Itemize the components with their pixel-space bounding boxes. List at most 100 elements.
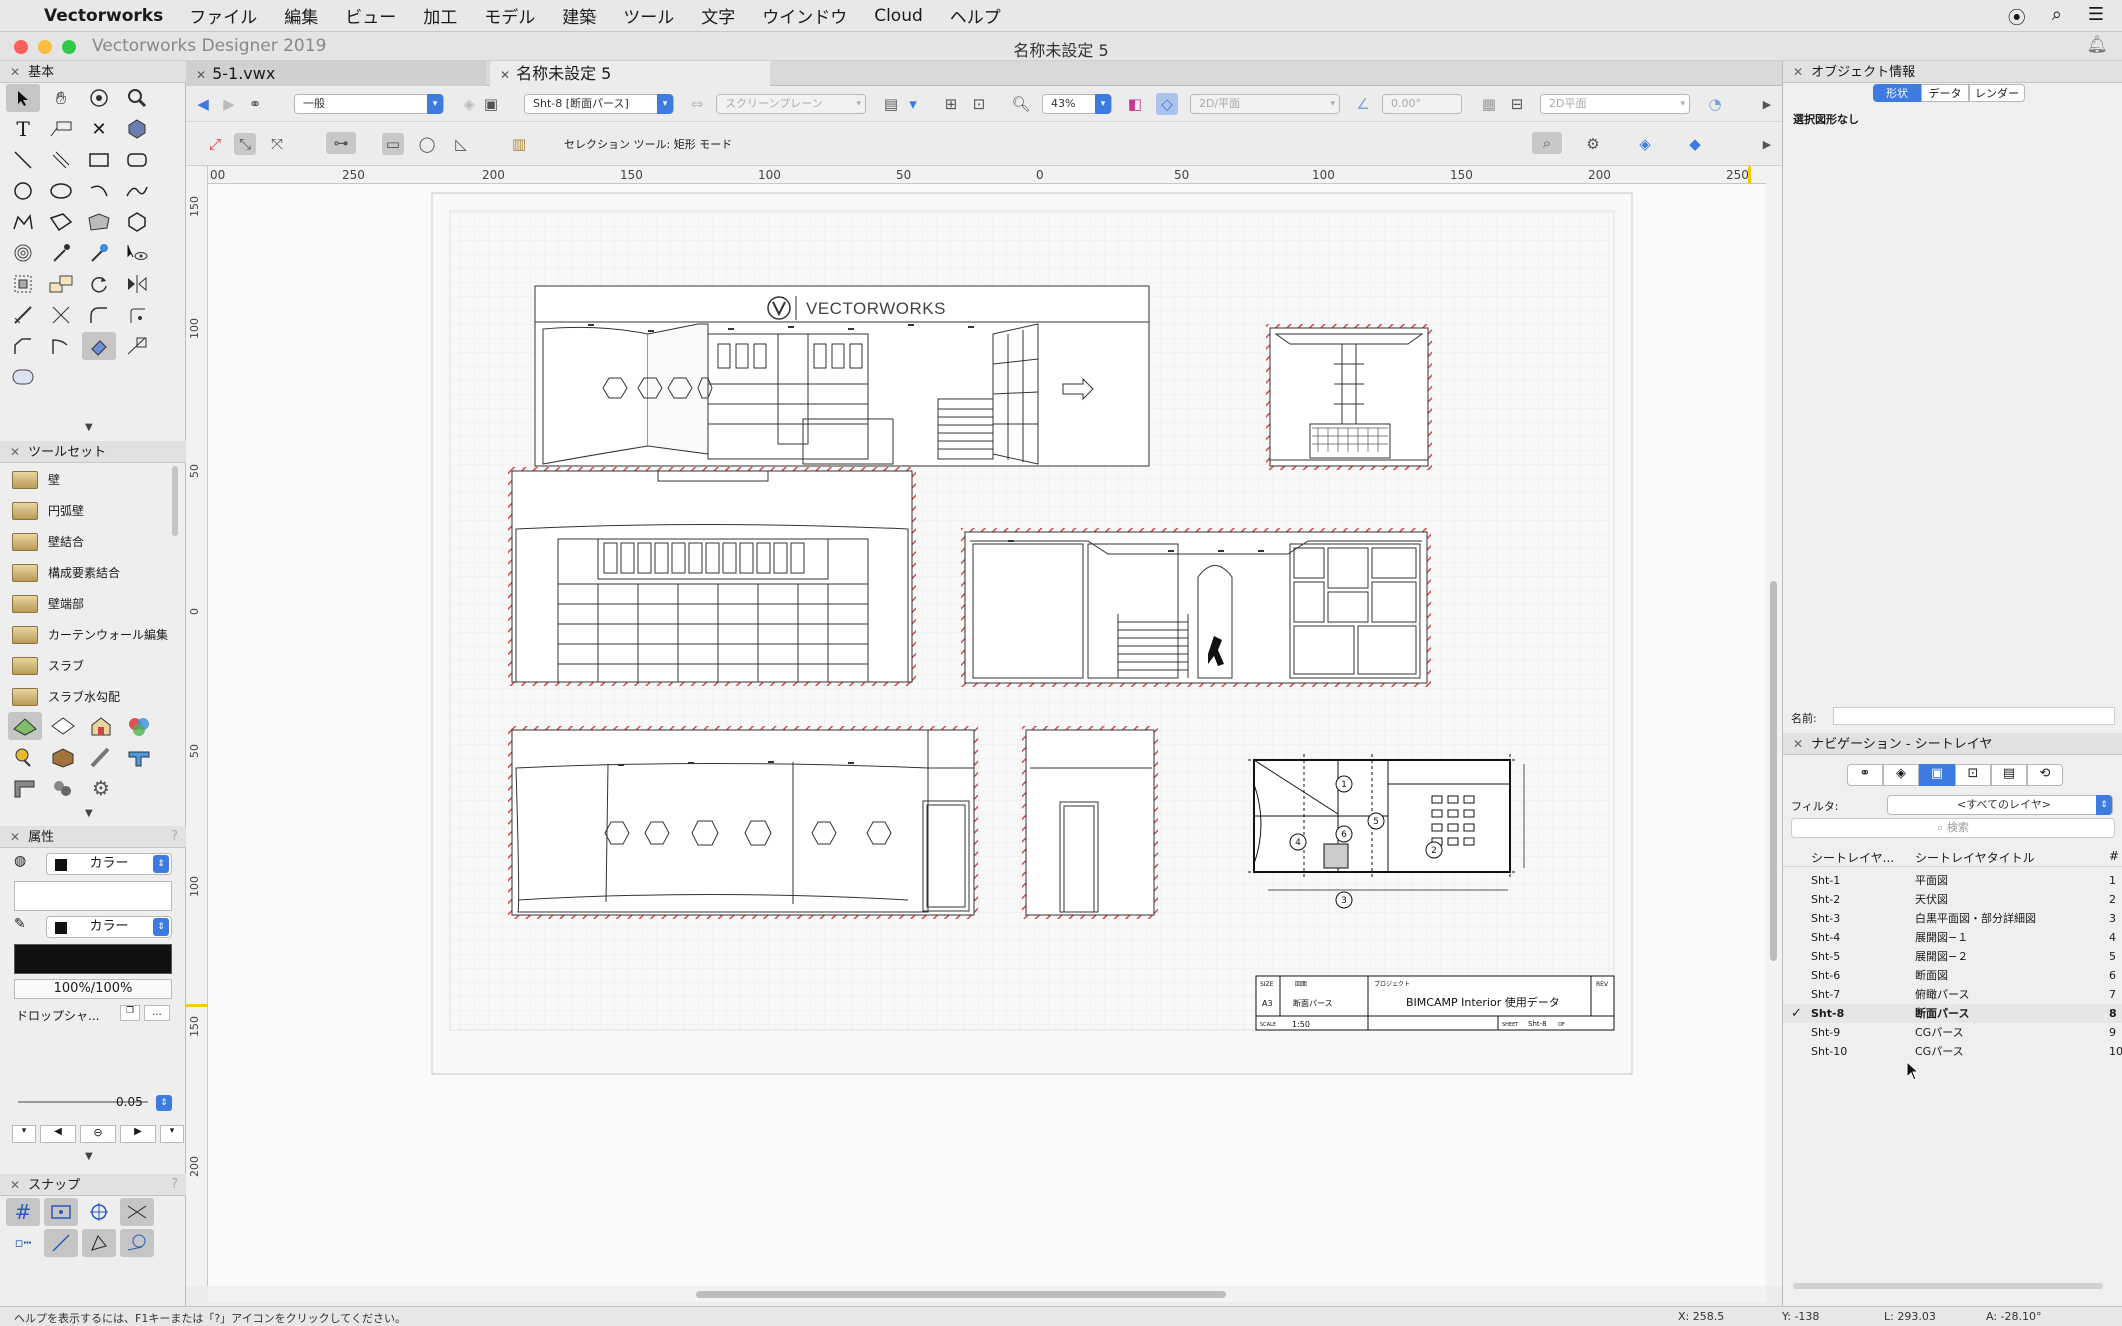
layers-icon[interactable]: ◈: [458, 93, 480, 115]
menu-cloud[interactable]: Cloud: [874, 6, 923, 26]
smart-edge-icon[interactable]: [82, 1229, 116, 1257]
toolset-scrollbar[interactable]: [172, 466, 178, 536]
snap-to-intersection-icon[interactable]: [120, 1198, 154, 1226]
snap-to-angle-icon[interactable]: [82, 1198, 116, 1226]
close-palette-icon[interactable]: ✕: [10, 1178, 20, 1192]
nurbs-surface-tool-icon[interactable]: [82, 208, 116, 236]
menu-text[interactable]: 文字: [701, 3, 735, 28]
polyline-tool-icon[interactable]: [6, 208, 40, 236]
title-block[interactable]: SIZE A3 図面 断面パース プロジェクト BIMCAMP Interior…: [1255, 975, 1615, 1031]
sheet-row[interactable]: Sht-10 CGパース 10: [1783, 1042, 2122, 1061]
text-tool-icon[interactable]: T: [6, 115, 40, 143]
smart-points-icon[interactable]: [44, 1229, 78, 1257]
horizontal-scrollbar[interactable]: [208, 1286, 1766, 1302]
callout-tool-icon[interactable]: [44, 115, 78, 143]
col-sheet-layer[interactable]: シートレイヤ...: [1811, 849, 1894, 866]
fasteners-toolset-icon[interactable]: [46, 774, 80, 802]
sheet-layer-icon[interactable]: ▣: [480, 93, 502, 115]
view-icon[interactable]: ◧: [1124, 93, 1146, 115]
attributes-expand-icon[interactable]: ▼: [85, 1151, 93, 1162]
tab-untitled-5[interactable]: ✕ 名称未設定 5: [490, 61, 770, 86]
horizontal-scroll-thumb[interactable]: [696, 1291, 1226, 1298]
snap-to-grid-icon[interactable]: #: [6, 1198, 40, 1226]
sheet-row[interactable]: Sht-2 天伏図 2: [1783, 890, 2122, 909]
sheet-row[interactable]: Sht-9 CGパース 9: [1783, 1023, 2122, 1042]
fill-color-select[interactable]: カラー ⇕: [46, 853, 172, 875]
visualization-icon[interactable]: ◈: [1634, 133, 1656, 155]
chamfer-tool-icon[interactable]: [6, 332, 40, 360]
menu-edit[interactable]: 編集: [284, 3, 318, 28]
menu-tools[interactable]: ツール: [623, 3, 674, 28]
tool-wall-join[interactable]: 壁結合: [0, 526, 176, 557]
reshape-tool-icon[interactable]: [6, 270, 40, 298]
menu-architecture[interactable]: 建築: [562, 3, 596, 28]
disable-interactive-scaling-icon[interactable]: ⤢: [204, 133, 226, 155]
viewport-hexagon-wall-elevation[interactable]: [508, 726, 978, 919]
nav-sheet-layers-icon[interactable]: ▣: [1919, 764, 1955, 786]
move-by-points-tool-icon[interactable]: [44, 270, 78, 298]
forward-icon[interactable]: ▶: [218, 93, 240, 115]
working-plane-angle-icon[interactable]: ∠: [1352, 93, 1374, 115]
tool-round-wall[interactable]: 円弧壁: [0, 495, 176, 526]
pen-color-select[interactable]: カラー ⇕: [46, 916, 172, 938]
tool-curtain-wall-edit[interactable]: カーテンウォール編集: [0, 619, 176, 650]
tool-wall[interactable]: 壁: [0, 464, 176, 495]
regular-polygon-tool-icon[interactable]: [120, 208, 154, 236]
filter-dropdown[interactable]: <すべてのレイヤ> ⇕: [1887, 795, 2113, 815]
fill-preview[interactable]: [14, 881, 172, 911]
line-weight-value[interactable]: 0.05: [116, 1095, 143, 1109]
double-line-tool-icon[interactable]: [44, 146, 78, 174]
render-mode-icon[interactable]: ◇: [1156, 93, 1178, 115]
class-dropdown[interactable]: 一般 ▾: [294, 94, 444, 114]
plane-mode-icon[interactable]: ⇔: [686, 93, 708, 115]
vertical-scroll-thumb[interactable]: [1770, 581, 1777, 961]
attribute-mapping-tool-icon[interactable]: [82, 239, 116, 267]
zoom-tool-icon[interactable]: [120, 84, 154, 112]
angle-field[interactable]: 0.00°: [1382, 94, 1462, 114]
rotate-tool-icon[interactable]: [82, 270, 116, 298]
tool-component-join[interactable]: 構成要素結合: [0, 557, 176, 588]
layer-dropdown[interactable]: Sht-8 [断面パース] ▾: [524, 94, 674, 114]
render-options-icon[interactable]: ◆: [1684, 133, 1706, 155]
spiral-tool-icon[interactable]: [6, 239, 40, 267]
spotlight-search-icon[interactable]: ⌕: [2052, 4, 2062, 30]
lighting-options-icon[interactable]: ◔: [1704, 93, 1726, 115]
sheet-row[interactable]: Sht-3 白黒平面図・部分詳細図 3: [1783, 909, 2122, 928]
transform-mode-icon[interactable]: ⊶: [326, 132, 356, 154]
offset-tool-icon[interactable]: [120, 301, 154, 329]
split-view-icon[interactable]: ⊟: [1506, 93, 1528, 115]
layer-stack-icon[interactable]: ▦: [1478, 93, 1500, 115]
eyedropper-tool-icon[interactable]: [44, 239, 78, 267]
mep-toolset-icon[interactable]: [122, 743, 156, 771]
drop-shadow-options-button[interactable]: ...: [144, 1005, 170, 1021]
sheet-row-active[interactable]: ✓ Sht-8 断面パース 8: [1783, 1004, 2122, 1023]
sheet-row[interactable]: Sht-6 断面図 6: [1783, 966, 2122, 985]
tool-slab-drainage[interactable]: スラブ水勾配: [0, 681, 176, 712]
name-field[interactable]: [1833, 707, 2115, 725]
line-weight-stepper[interactable]: ⇕: [156, 1095, 172, 1111]
eraser-tool-icon[interactable]: [82, 332, 116, 360]
close-tab-icon[interactable]: ✕: [196, 68, 206, 82]
building-shell-toolset-icon[interactable]: [8, 712, 42, 740]
single-object-scaling-icon[interactable]: ⤡: [234, 133, 256, 155]
sheet-row[interactable]: Sht-4 展開図−１ 4: [1783, 928, 2122, 947]
connect-tool-icon[interactable]: [44, 332, 78, 360]
basic-expand-icon[interactable]: ▼: [85, 422, 93, 433]
close-tab-icon[interactable]: ✕: [500, 68, 510, 82]
fillet-tool-icon[interactable]: [82, 301, 116, 329]
viewport-main-section[interactable]: VECTORWORKS: [534, 285, 1150, 467]
page-options-icon[interactable]: ▾: [902, 93, 924, 115]
pen-preview[interactable]: [14, 944, 172, 974]
furniture-toolset-icon[interactable]: [46, 743, 80, 771]
clip-tool-icon[interactable]: [120, 332, 154, 360]
snap-to-distance-icon[interactable]: ▫┅: [6, 1229, 40, 1257]
drawing-canvas[interactable]: VECTORWORKS 1 2 3 4 5 6 SIZE A3 図面 断面パース…: [208, 184, 1766, 1286]
more-icon[interactable]: ▶: [1756, 93, 1778, 115]
fit-to-window-icon[interactable]: ⊞: [940, 93, 962, 115]
polygon-tool-icon[interactable]: [44, 208, 78, 236]
record-icon[interactable]: ⦿: [2008, 4, 2026, 30]
rectangle-mode-icon[interactable]: ▭: [382, 133, 404, 155]
nav-layers-icon[interactable]: ◈: [1883, 764, 1919, 786]
view-dropdown[interactable]: 2D/平面 ▾: [1190, 94, 1340, 114]
locus-tool-icon[interactable]: ✕: [82, 115, 116, 143]
